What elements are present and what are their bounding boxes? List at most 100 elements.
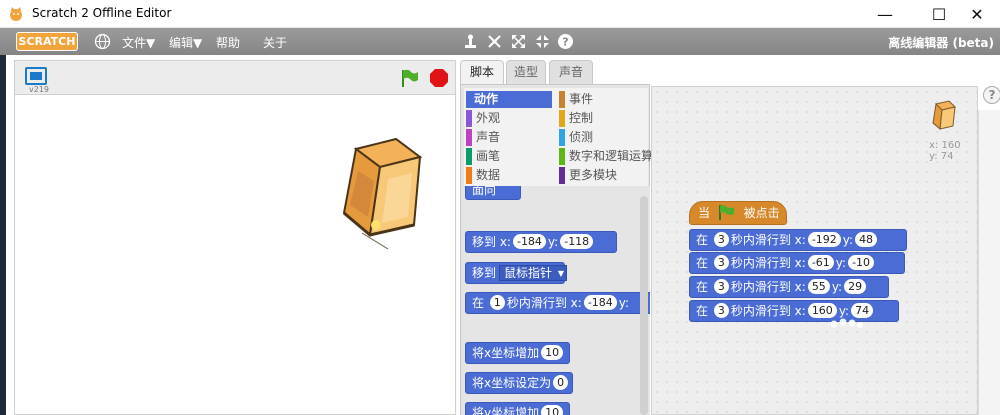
presentation-mode-button[interactable]: [25, 67, 47, 85]
change-y-block[interactable]: 将y坐标增加 10: [465, 402, 570, 415]
secs-input[interactable]: 3: [713, 232, 729, 247]
block-label: 秒内滑行到 x:: [730, 280, 806, 294]
menu-file[interactable]: 文件▼: [122, 34, 155, 51]
x-input[interactable]: 55: [807, 279, 830, 294]
x-input[interactable]: -61: [807, 255, 834, 270]
duplicate-icon[interactable]: [462, 33, 479, 50]
glide-block[interactable]: 在 3 秒内滑行到 x: 160 y: 74: [689, 300, 899, 322]
goto-xy-block[interactable]: 移到 x: -184 y: -118: [465, 231, 617, 253]
svg-text:?: ?: [562, 36, 568, 49]
category-color-bar: [559, 91, 565, 108]
category-color-bar: [559, 167, 565, 184]
category-label: 数字和逻辑运算: [569, 149, 654, 163]
block-label: 移到 x:: [472, 235, 511, 249]
category-pen[interactable]: 画笔: [466, 148, 500, 165]
category-sensing[interactable]: 侦测: [559, 129, 593, 146]
glide-block[interactable]: 在 3 秒内滑行到 x: -192 y: 48: [689, 229, 907, 251]
palette-block-list: 面向 移到 x:-184y:-118 移到鼠标指针 在 1秒内滑行到 x:-18…: [461, 186, 650, 415]
script-area-scrollbar[interactable]: [978, 110, 1000, 415]
block-label: 被点击: [743, 206, 780, 220]
x-input[interactable]: -184: [512, 234, 546, 249]
secs-input[interactable]: 1: [489, 295, 505, 310]
close-icon[interactable]: ✕: [954, 0, 1000, 28]
secs-input[interactable]: 3: [713, 279, 729, 294]
y-input[interactable]: 29: [844, 279, 867, 294]
delete-icon[interactable]: [486, 33, 503, 50]
glide-block[interactable]: 在 3 秒内滑行到 x: -61 y: -10: [689, 252, 905, 274]
tab-scripts[interactable]: 脚本: [460, 60, 504, 86]
glide-block[interactable]: 在 3 秒内滑行到 x: 55 y: 29: [689, 276, 889, 298]
menu-about[interactable]: 关于: [263, 34, 287, 51]
menu-help[interactable]: 帮助: [216, 34, 240, 51]
stop-sign-icon[interactable]: [429, 68, 449, 88]
target-dropdown[interactable]: 鼠标指针: [499, 265, 568, 281]
category-looks[interactable]: 外观: [466, 110, 500, 127]
globe-icon[interactable]: [94, 33, 111, 50]
category-sound[interactable]: 声音: [466, 129, 500, 146]
x-input[interactable]: 160: [807, 303, 837, 318]
set-x-block[interactable]: 将x坐标设定为 0: [465, 372, 573, 394]
help-button[interactable]: ?: [983, 86, 1000, 104]
block-label: 秒内滑行到 x:: [506, 296, 582, 310]
category-motion[interactable]: 动作: [466, 91, 552, 108]
block-label: y:: [831, 280, 843, 294]
category-label: 事件: [569, 92, 594, 106]
category-data[interactable]: 数据: [466, 167, 500, 184]
title-bar: Scratch 2 Offline Editor — ☐ ✕: [0, 0, 1000, 28]
category-control[interactable]: 控制: [559, 110, 593, 127]
value-input[interactable]: 0: [553, 375, 569, 390]
category-more-blocks[interactable]: 更多模块: [559, 167, 617, 184]
block-label: 秒内滑行到 x:: [730, 256, 806, 270]
block-label: 将x坐标设定为: [472, 376, 552, 390]
point-direction-block[interactable]: 面向: [465, 186, 521, 200]
lantern-sprite[interactable]: [336, 131, 426, 251]
menu-edit[interactable]: 编辑▼: [169, 34, 202, 51]
block-label: 当: [698, 206, 711, 220]
sprite-thumbnail: [932, 100, 956, 130]
when-flag-clicked-block[interactable]: 当 被点击: [689, 201, 787, 225]
green-flag-icon: [718, 205, 734, 220]
help-icon[interactable]: ?: [557, 33, 574, 50]
x-input[interactable]: -184: [583, 295, 617, 310]
block-label: 面向: [472, 186, 497, 197]
y-input[interactable]: 74: [851, 303, 874, 318]
tab-sounds[interactable]: 声音: [549, 60, 593, 84]
secs-input[interactable]: 3: [713, 303, 729, 318]
x-input[interactable]: -192: [807, 232, 841, 247]
value-input[interactable]: 10: [541, 345, 564, 360]
category-label: 外观: [476, 111, 501, 125]
category-color-bar: [559, 110, 565, 127]
y-input[interactable]: -118: [560, 234, 594, 249]
stage-header: v219: [14, 60, 456, 94]
block-label: 秒内滑行到 x:: [730, 304, 806, 318]
secs-input[interactable]: 3: [713, 255, 729, 270]
value-input[interactable]: 10: [541, 405, 564, 415]
block-label: 将x坐标增加: [472, 346, 540, 360]
glide-block[interactable]: 在 1 秒内滑行到 x: -184 y:: [465, 292, 650, 314]
tab-costumes[interactable]: 造型: [506, 60, 546, 84]
minimize-icon[interactable]: —: [862, 0, 908, 28]
category-events[interactable]: 事件: [559, 91, 593, 108]
y-input[interactable]: 48: [855, 232, 878, 247]
goto-target-block[interactable]: 移到 鼠标指针: [465, 262, 568, 284]
palette-scrollbar[interactable]: [640, 196, 648, 415]
block-label: 移到: [472, 266, 497, 280]
grow-icon[interactable]: [510, 33, 527, 50]
category-label: 声音: [476, 130, 501, 144]
sprite-x-readout: x: 160: [929, 140, 961, 151]
green-flag-icon[interactable]: [399, 68, 419, 88]
scratch-logo[interactable]: SCRATCH: [16, 32, 78, 51]
category-label: 更多模块: [569, 168, 618, 182]
category-operators[interactable]: 数字和逻辑运算: [559, 148, 653, 165]
category-label: 动作: [474, 92, 499, 106]
shrink-icon[interactable]: [534, 33, 551, 50]
stage[interactable]: [14, 94, 456, 415]
block-label: 在: [472, 296, 485, 310]
scratch-cat-icon: [10, 7, 22, 21]
category-color-bar: [466, 110, 472, 127]
category-label: 控制: [569, 111, 594, 125]
change-x-block[interactable]: 将x坐标增加 10: [465, 342, 570, 364]
block-label: 将y坐标增加: [472, 406, 540, 415]
y-input[interactable]: -10: [848, 255, 875, 270]
category-color-bar: [559, 148, 565, 165]
